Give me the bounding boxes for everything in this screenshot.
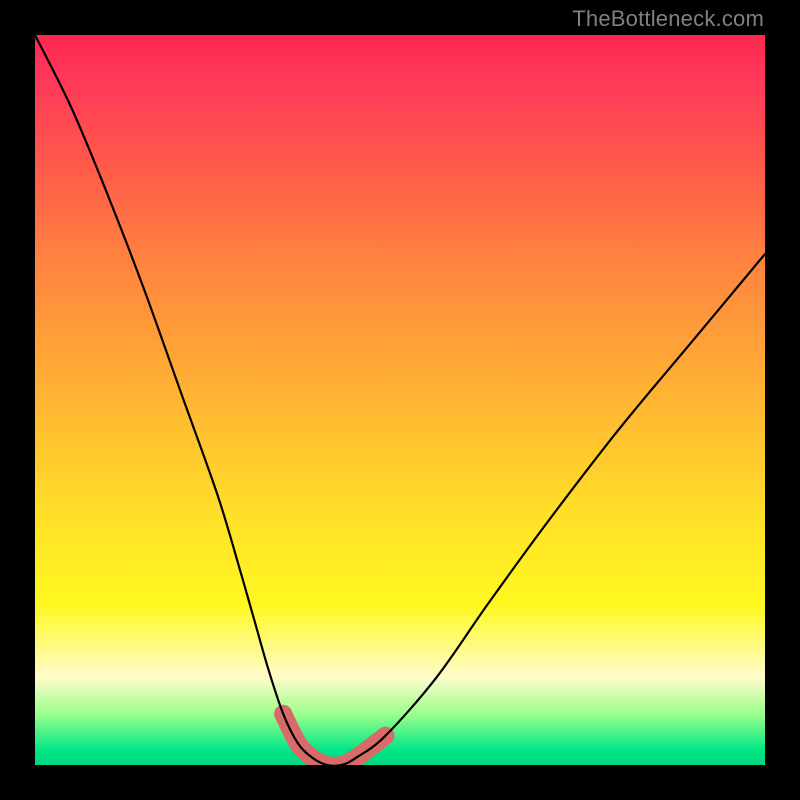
watermark-text: TheBottleneck.com [572,6,764,32]
curve-layer [35,35,765,765]
bottleneck-curve [35,35,765,765]
chart-frame: TheBottleneck.com [0,0,800,800]
plot-area [35,35,765,765]
